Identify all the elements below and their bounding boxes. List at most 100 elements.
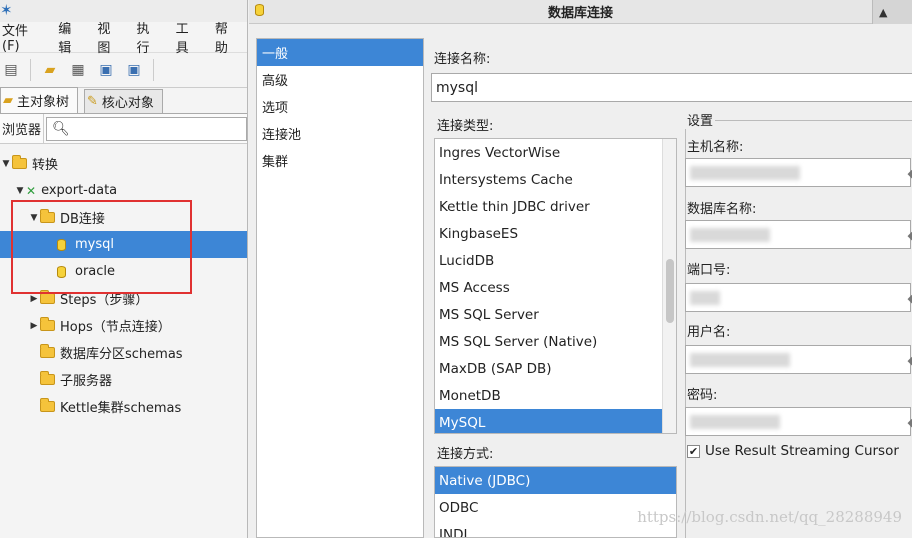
list-item[interactable]: Ingres VectorWise (435, 139, 676, 166)
list-item[interactable]: KingbaseES (435, 220, 676, 247)
dbname-input[interactable]: ◆ (685, 220, 912, 249)
tree-item-label: 子服务器 (60, 374, 113, 389)
dialog-title: 数据库连接 (547, 6, 613, 21)
variable-icon[interactable]: ◆ (908, 229, 912, 242)
access-method-label: 连接方式: (437, 447, 494, 462)
tab-main-tree-label: 主对象树 (17, 95, 70, 110)
tree-item-cluster-schemas[interactable]: Kettle集群schemas (0, 393, 247, 420)
connection-type-list[interactable]: Ingres VectorWise Intersystems Cache Ket… (434, 138, 677, 434)
database-connection-dialog: 数据库连接 ▲ 一般 高级 选项 连接池 集群 连接名称: mysql 连接类型… (249, 0, 912, 538)
nav-item-general[interactable]: 一般 (257, 39, 423, 66)
tab-core-objects-label: 核心对象 (101, 96, 154, 111)
list-item-selected[interactable]: MySQL (435, 409, 676, 433)
password-label: 密码: (687, 388, 718, 403)
password-input[interactable]: ◆ (685, 407, 912, 436)
variable-icon[interactable]: ◆ (908, 292, 912, 305)
redacted-value (690, 290, 720, 305)
streaming-cursor-option[interactable]: ✔ Use Result Streaming Cursor (687, 443, 899, 459)
menu-edit[interactable]: 编辑 (51, 18, 90, 56)
window-controls: ▲ (872, 0, 912, 24)
menu-tools[interactable]: 工具 (169, 18, 208, 56)
host-input[interactable]: ◆ (685, 158, 912, 187)
redacted-value (690, 352, 790, 367)
object-tabs: ▰ 主对象树 ✎ 核心对象 (0, 87, 247, 114)
nav-item-options[interactable]: 选项 (257, 93, 423, 120)
browser-search-row: 浏览器 🔍︎ (0, 113, 247, 144)
explore-repository-icon[interactable]: ▦ (69, 61, 87, 79)
list-item[interactable]: MS SQL Server (435, 301, 676, 328)
folder-icon (12, 155, 27, 169)
list-scrollbar[interactable] (662, 139, 676, 433)
tab-core-objects[interactable]: ✎ 核心对象 (84, 89, 163, 113)
list-item[interactable]: LucidDB (435, 247, 676, 274)
connection-name-input[interactable]: mysql (431, 73, 912, 102)
access-method-list[interactable]: Native (JDBC) ODBC JNDI (434, 466, 677, 538)
port-label: 端口号: (687, 263, 731, 278)
tree-item-partition-schemas[interactable]: 数据库分区schemas (0, 339, 247, 366)
list-item[interactable]: MonetDB (435, 382, 676, 409)
variable-icon[interactable]: ◆ (908, 416, 912, 429)
port-input[interactable]: ◆ (685, 283, 912, 312)
list-item[interactable]: MaxDB (SAP DB) (435, 355, 676, 382)
search-input[interactable]: 🔍︎ (46, 116, 247, 141)
tree-tab-icon: ▰ (3, 93, 13, 108)
watermark: https://blog.csdn.net/qq_28288949 (637, 508, 902, 526)
toolbar: ▤ ▰ ▦ ▣ ▣ (0, 52, 247, 88)
collapsed-arrow-icon[interactable]: ▶ (28, 294, 40, 304)
tab-main-tree[interactable]: ▰ 主对象树 (0, 87, 79, 113)
open-folder-icon[interactable]: ▰ (41, 61, 59, 79)
transformation-icon: ✕ (26, 183, 37, 198)
maximize-icon[interactable]: ▲ (879, 6, 887, 19)
menu-view[interactable]: 视图 (90, 18, 129, 56)
tree-item-label: Kettle集群schemas (60, 401, 182, 416)
dialog-nav-list: 一般 高级 选项 连接池 集群 (256, 38, 424, 538)
username-label: 用户名: (687, 325, 731, 340)
highlight-annotation-box (11, 200, 192, 294)
tree-item-hops[interactable]: ▶ Hops（节点连接） (0, 312, 247, 339)
collapsed-arrow-icon[interactable]: ▶ (28, 321, 40, 331)
pencil-icon: ✎ (87, 94, 98, 109)
list-item[interactable]: MS SQL Server (Native) (435, 328, 676, 355)
folder-icon (40, 398, 55, 412)
folder-icon (40, 317, 55, 331)
tree-item-transformations[interactable]: ▼ 转换 (0, 150, 247, 177)
kettle-logo-icon: ✶ (0, 1, 13, 19)
settings-legend: 设置 (685, 110, 716, 129)
redacted-value (690, 227, 770, 242)
menu-help[interactable]: 帮助 (208, 18, 247, 56)
list-item-selected[interactable]: Native (JDBC) (435, 467, 676, 494)
host-label: 主机名称: (687, 140, 744, 155)
nav-item-advanced[interactable]: 高级 (257, 66, 423, 93)
nav-item-pooling[interactable]: 连接池 (257, 120, 423, 147)
nav-item-clustering[interactable]: 集群 (257, 147, 423, 174)
scrollbar-thumb[interactable] (666, 259, 674, 323)
database-icon (255, 4, 264, 16)
menu-file[interactable]: 文件(F) (0, 20, 51, 54)
expanded-arrow-icon[interactable]: ▼ (0, 159, 12, 169)
dbname-label: 数据库名称: (687, 202, 757, 217)
save-icon[interactable]: ▣ (97, 61, 115, 79)
username-input[interactable]: ◆ (685, 345, 912, 374)
menu-run[interactable]: 执行 (130, 18, 169, 56)
redacted-value (690, 165, 800, 180)
expanded-arrow-icon[interactable]: ▼ (14, 186, 26, 196)
list-item[interactable]: Kettle thin JDBC driver (435, 193, 676, 220)
new-file-icon[interactable]: ▤ (2, 61, 20, 79)
folder-icon (40, 290, 55, 304)
list-item[interactable]: Intersystems Cache (435, 166, 676, 193)
folder-icon (40, 371, 55, 385)
list-item[interactable]: MS Access (435, 274, 676, 301)
browser-label: 浏览器 (0, 113, 45, 144)
connection-type-label: 连接类型: (437, 119, 494, 134)
variable-icon[interactable]: ◆ (908, 167, 912, 180)
menu-bar: 文件(F) 编辑 视图 执行 工具 帮助 (0, 20, 247, 56)
tree-item-label: export-data (41, 183, 118, 198)
tree-item-slave-servers[interactable]: 子服务器 (0, 366, 247, 393)
app-titlebar: ✶ (0, 0, 247, 22)
connection-name-label: 连接名称: (434, 52, 491, 67)
save-as-icon[interactable]: ▣ (125, 61, 143, 79)
variable-icon[interactable]: ◆ (908, 354, 912, 367)
tree-item-label: Hops（节点连接） (60, 320, 171, 335)
toolbar-separator (153, 59, 154, 81)
streaming-cursor-checkbox[interactable]: ✔ (687, 444, 700, 458)
